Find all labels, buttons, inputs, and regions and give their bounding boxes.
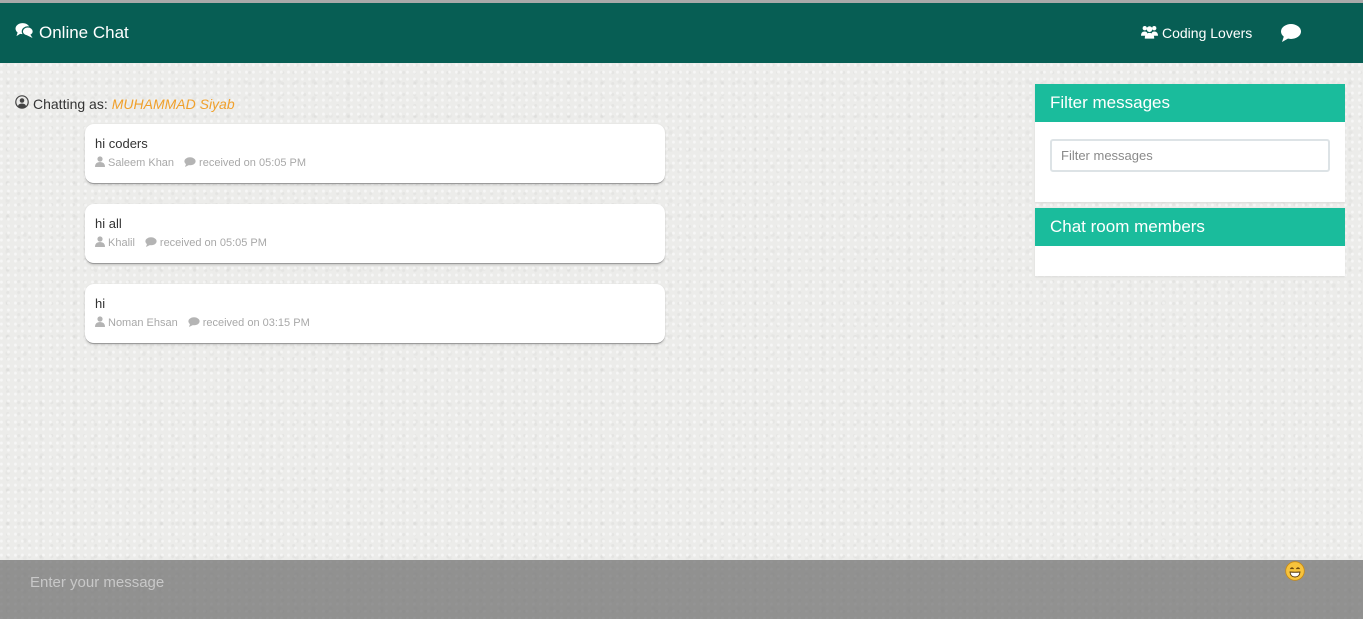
comment-icon [145, 236, 160, 250]
members-panel-title: Chat room members [1035, 208, 1345, 246]
message-text: hi [95, 296, 106, 311]
emoji-icon[interactable] [1285, 561, 1305, 581]
message-list: hi coders Saleem Khan received on 05:05 … [85, 124, 665, 364]
room-name: Coding Lovers [1162, 25, 1253, 41]
current-username: MUHAMMAD Siyab [111, 95, 235, 112]
message-meta: Noman Ehsan received on 03:15 PM [95, 316, 655, 330]
message-input[interactable] [15, 568, 1265, 596]
brand-title: Online Chat [39, 23, 129, 42]
comment-icon [184, 156, 199, 170]
top-navbar: Online Chat Coding Lovers [0, 3, 1363, 63]
message-text: hi coders [95, 136, 148, 151]
message-text: hi all [95, 216, 122, 231]
message-card: hi Noman Ehsan received on 03:15 PM [85, 284, 665, 344]
message-sender: Khalil [108, 237, 135, 249]
user-icon [95, 236, 108, 250]
filter-input[interactable] [1050, 139, 1330, 172]
message-received: received on 05:05 PM [199, 157, 307, 169]
users-icon [1141, 24, 1158, 42]
message-meta: Saleem Khan received on 05:05 PM [95, 156, 655, 170]
brand-link[interactable]: Online Chat [15, 22, 129, 44]
chatting-as: Chatting as: MUHAMMAD Siyab [15, 95, 235, 112]
user-icon [95, 316, 108, 330]
message-card: hi coders Saleem Khan received on 05:05 … [85, 124, 665, 184]
message-time-wrap: received on 05:05 PM [145, 236, 267, 250]
user-circle-icon [15, 95, 29, 112]
room-link[interactable]: Coding Lovers [1141, 24, 1252, 42]
message-received: received on 03:15 PM [202, 317, 310, 329]
filter-panel-title: Filter messages [1035, 84, 1345, 122]
message-meta: Khalil received on 05:05 PM [95, 236, 655, 250]
message-composer [0, 560, 1363, 619]
comments-icon [15, 22, 34, 44]
filter-panel: Filter messages [1035, 84, 1345, 202]
message-card: hi all Khalil received on 05:05 PM [85, 204, 665, 264]
message-received: received on 05:05 PM [159, 237, 267, 249]
message-sender: Saleem Khan [108, 157, 175, 169]
members-panel: Chat room members [1035, 208, 1345, 276]
message-sender: Noman Ehsan [108, 317, 178, 329]
user-icon [95, 156, 108, 170]
message-time-wrap: received on 05:05 PM [184, 156, 307, 170]
chatting-as-label: Chatting as: [33, 95, 108, 112]
comment-icon [188, 316, 203, 330]
message-time-wrap: received on 03:15 PM [188, 316, 310, 330]
chat-bubble-icon[interactable] [1280, 23, 1302, 43]
